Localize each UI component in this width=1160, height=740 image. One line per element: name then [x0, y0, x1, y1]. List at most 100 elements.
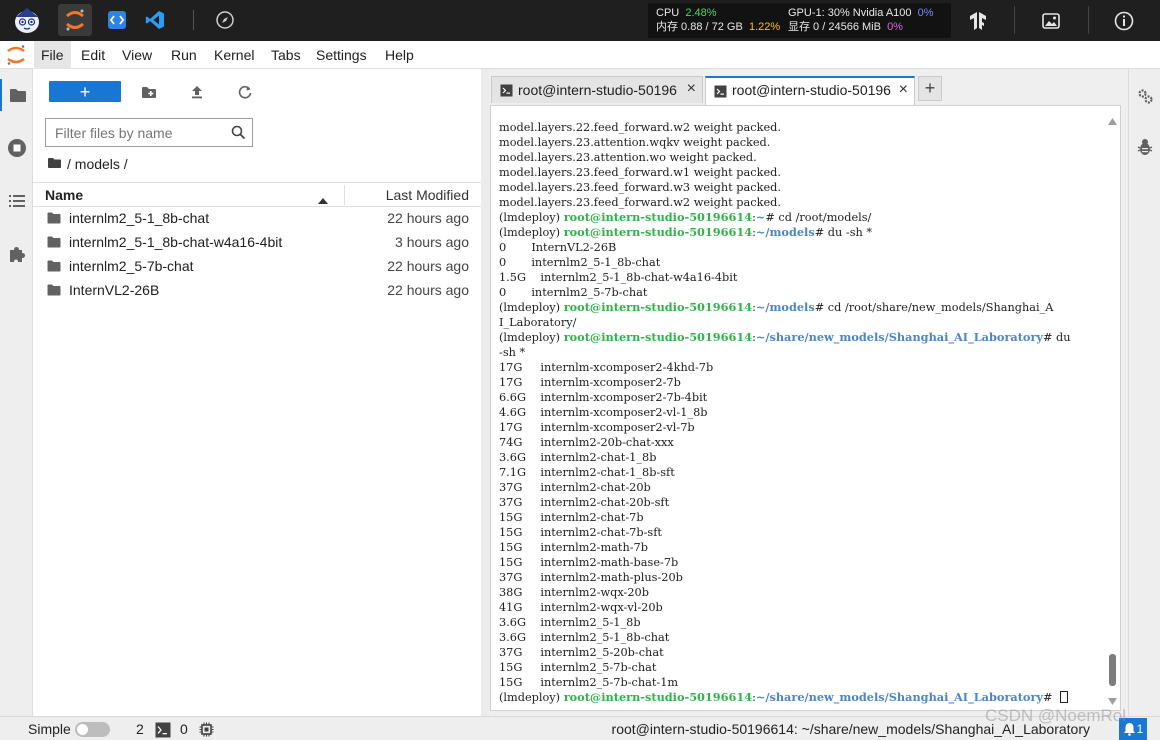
- terminal-line: 37G internlm2-chat-20b-sft: [499, 496, 670, 509]
- menu-tabs[interactable]: Tabs: [264, 41, 308, 69]
- code-editor-icon[interactable]: [100, 4, 134, 36]
- toolbar-separator: [1088, 6, 1089, 34]
- home-folder-icon[interactable]: [47, 156, 62, 172]
- column-divider[interactable]: [344, 185, 345, 205]
- prompt-env: (lmdeploy): [499, 211, 564, 224]
- tensorflow-icon[interactable]: [960, 0, 996, 41]
- close-icon[interactable]: ×: [687, 80, 696, 98]
- panel-resize-handle[interactable]: [481, 69, 489, 716]
- menu-edit[interactable]: Edit: [74, 41, 112, 69]
- close-icon[interactable]: ×: [899, 81, 908, 99]
- terminal-line: model.layers.23.attention.wqkv weight pa…: [499, 136, 771, 149]
- menu-file[interactable]: File: [34, 41, 71, 69]
- tab-terminal-1[interactable]: root@intern-studio-50196 ×: [491, 76, 703, 103]
- column-last-modified-header[interactable]: Last Modified: [386, 187, 469, 203]
- kernel-count[interactable]: 0: [180, 721, 188, 737]
- notification-count: 1: [1136, 722, 1144, 736]
- filter-files-input[interactable]: [46, 119, 226, 146]
- toolbar-separator: [193, 10, 194, 30]
- prompt-path: ~: [755, 210, 766, 224]
- prompt-user: root@intern-studio-50196614: [563, 225, 753, 239]
- terminal-line: 0 internlm2_5-1_8b-chat: [499, 256, 661, 269]
- upload-icon[interactable]: [183, 81, 211, 103]
- prompt-env: (lmdeploy): [499, 691, 564, 704]
- terminal-icon[interactable]: [155, 722, 171, 740]
- file-row[interactable]: InternVL2-26B 22 hours ago: [33, 279, 481, 303]
- debugger-icon[interactable]: [1129, 132, 1160, 162]
- menu-settings[interactable]: Settings: [309, 41, 374, 69]
- terminal-line: model.layers.23.attention.wo weight pack…: [499, 151, 757, 164]
- menu-help[interactable]: Help: [378, 41, 421, 69]
- prompt-path: ~/models: [755, 225, 815, 239]
- terminal-line: 17G internlm-xcomposer2-vl-7b: [499, 421, 695, 434]
- property-inspector-icon[interactable]: [1129, 81, 1160, 111]
- prompt-command: # cd /root/models/: [765, 211, 872, 224]
- running-sessions-icon[interactable]: [0, 132, 33, 164]
- kernel-cpu-icon[interactable]: [199, 722, 214, 740]
- folder-icon: [47, 212, 61, 227]
- status-bar: Simple 2 0 root@intern-studio-50196614: …: [0, 716, 1160, 740]
- resource-monitor: CPU 2.48% 内存 0.88 / 72 GB 1.22% GPU-1: 3…: [648, 3, 951, 38]
- terminal-count[interactable]: 2: [136, 721, 144, 737]
- intern-mascot-icon[interactable]: [10, 4, 44, 36]
- info-icon[interactable]: [1106, 0, 1142, 41]
- scrollbar-thumb[interactable]: [1109, 654, 1116, 686]
- terminal-line: model.layers.23.feed_forward.w1 weight p…: [499, 166, 781, 179]
- gallery-icon[interactable]: [1033, 0, 1069, 41]
- jupyter-icon[interactable]: [58, 4, 92, 36]
- gpu-usage: GPU-1: 30% Nvidia A100 0%: [788, 7, 934, 19]
- terminal-lines: model.layers.22.feed_forward.w2 weight p…: [499, 120, 1099, 705]
- breadcrumb[interactable]: / models /: [47, 155, 128, 173]
- terminal-line: 37G internlm2-chat-20b: [499, 481, 651, 494]
- scroll-up-arrow-icon[interactable]: [1108, 113, 1117, 128]
- terminal-line: 41G internlm2-wqx-vl-20b: [499, 601, 663, 614]
- folder-icon: [47, 260, 61, 275]
- prompt-path: ~/share/new_models/Shanghai_AI_Laborator…: [755, 330, 1043, 344]
- terminal-line: 74G internlm2-20b-chat-xxx: [499, 436, 674, 449]
- new-tab-button[interactable]: +: [918, 76, 942, 101]
- compass-icon[interactable]: [208, 4, 242, 36]
- vscode-icon[interactable]: [138, 4, 172, 36]
- cpu-usage: CPU 2.48%: [656, 7, 717, 19]
- right-sidebar: [1128, 69, 1160, 716]
- terminal-output[interactable]: model.layers.22.feed_forward.w2 weight p…: [490, 105, 1121, 711]
- terminal-line: 1.5G internlm2_5-1_8b-chat-w4a16-4bit: [499, 271, 738, 284]
- vram-usage: 显存 0 / 24566 MiB 0%: [788, 21, 903, 33]
- simple-mode-toggle[interactable]: [75, 722, 110, 737]
- file-modified: 22 hours ago: [387, 210, 469, 226]
- file-row[interactable]: internlm2_5-1_8b-chat 22 hours ago: [33, 207, 481, 231]
- tab-terminal-2[interactable]: root@intern-studio-50196 ×: [705, 76, 915, 105]
- toggle-knob: [77, 724, 88, 735]
- terminal-line: 38G internlm2-wqx-20b: [499, 586, 649, 599]
- prompt-user: root@intern-studio-50196614: [563, 690, 753, 704]
- scroll-down-arrow-icon[interactable]: [1108, 693, 1117, 708]
- column-name-header[interactable]: Name: [45, 187, 83, 203]
- terminal-line: (lmdeploy) root@intern-studio-50196614:~…: [499, 690, 1099, 705]
- prompt-env: (lmdeploy): [499, 226, 564, 239]
- extension-manager-icon[interactable]: [0, 238, 33, 270]
- terminal-line: -sh *: [499, 346, 526, 359]
- new-folder-icon[interactable]: [135, 81, 163, 103]
- terminal-scrollbar[interactable]: [1106, 106, 1120, 710]
- file-row[interactable]: internlm2_5-1_8b-chat-w4a16-4bit 3 hours…: [33, 231, 481, 255]
- new-launcher-button[interactable]: +: [49, 81, 121, 102]
- terminal-path-status: root@intern-studio-50196614: ~/share/new…: [611, 721, 1090, 737]
- refresh-icon[interactable]: [231, 81, 259, 103]
- table-of-contents-icon[interactable]: [0, 185, 33, 217]
- left-sidebar: [0, 69, 33, 716]
- folder-icon: [47, 236, 61, 251]
- terminal-line: 17G internlm-xcomposer2-4khd-7b: [499, 361, 714, 374]
- terminal-line: (lmdeploy) root@intern-studio-50196614:~…: [499, 300, 1099, 315]
- menu-run[interactable]: Run: [164, 41, 204, 69]
- terminal-line: 37G internlm2_5-20b-chat: [499, 646, 664, 659]
- file-row[interactable]: internlm2_5-7b-chat 22 hours ago: [33, 255, 481, 279]
- terminal-line: model.layers.22.feed_forward.w2 weight p…: [499, 121, 781, 134]
- folder-icon[interactable]: [0, 79, 33, 111]
- sort-ascending-icon[interactable]: [318, 192, 328, 207]
- file-name: InternVL2-26B: [69, 282, 160, 298]
- menu-kernel[interactable]: Kernel: [207, 41, 261, 69]
- breadcrumb-path[interactable]: / models /: [67, 156, 128, 172]
- notification-button[interactable]: 1: [1119, 718, 1147, 740]
- menu-view[interactable]: View: [115, 41, 159, 69]
- filter-files-field[interactable]: [45, 118, 253, 147]
